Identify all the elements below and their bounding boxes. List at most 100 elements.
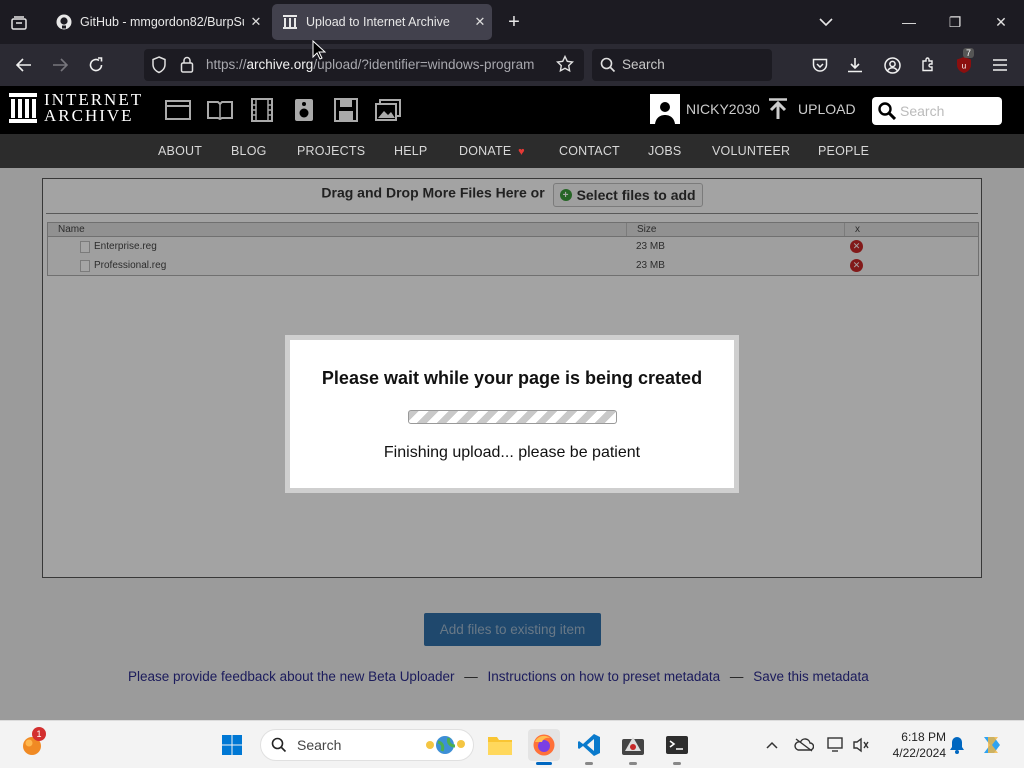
reload-button[interactable] xyxy=(81,50,111,80)
clock-date: 4/22/2024 xyxy=(892,746,946,760)
upload-page: Drag and Drop More Files Here or + Selec… xyxy=(0,168,1024,720)
display-icon[interactable] xyxy=(826,735,846,755)
running-indicator xyxy=(673,762,681,765)
archive-header: INTERNET ARCHIVE NICKY2030 UPLOAD Search xyxy=(0,86,1024,134)
menu-jobs[interactable]: JOBS xyxy=(648,144,681,158)
taskbar-search-input[interactable]: Search xyxy=(260,729,474,761)
tab-github[interactable]: GitHub - mmgordon82/BurpSu ✕ xyxy=(46,4,268,40)
address-bar[interactable]: https://archive.org/upload/?identifier=w… xyxy=(144,49,584,81)
vscode-icon[interactable] xyxy=(573,729,605,765)
url-prefix: https:// xyxy=(206,57,247,72)
notification-badge: 1 xyxy=(32,727,46,741)
user-menu[interactable]: NICKY2030 xyxy=(650,94,760,124)
menu-icon[interactable] xyxy=(985,50,1015,80)
active-indicator xyxy=(536,762,552,765)
url-text[interactable]: https://archive.org/upload/?identifier=w… xyxy=(206,57,548,72)
taskbar: 1 Search 6:18 PM 4/22/2024 xyxy=(0,720,1024,768)
svg-text:u: u xyxy=(962,62,966,71)
search-icon xyxy=(600,57,616,76)
texts-icon[interactable] xyxy=(207,97,233,123)
running-indicator xyxy=(585,762,593,765)
username: NICKY2030 xyxy=(686,101,760,117)
app-icon[interactable] xyxy=(617,729,649,765)
taskbar-search-placeholder: Search xyxy=(297,737,342,753)
pocket-icon[interactable] xyxy=(805,50,835,80)
onedrive-offline-icon[interactable] xyxy=(794,735,814,755)
volume-icon[interactable] xyxy=(851,735,871,755)
avatar xyxy=(650,94,680,124)
images-icon[interactable] xyxy=(375,97,401,123)
tab-title: GitHub - mmgordon82/BurpSu xyxy=(80,15,244,29)
close-icon[interactable]: ✕ xyxy=(468,10,492,34)
notifications-bell-icon[interactable] xyxy=(947,735,967,755)
menu-help[interactable]: HELP xyxy=(394,144,427,158)
extension-badge: 7 xyxy=(963,48,975,58)
menu-blog[interactable]: BLOG xyxy=(231,144,267,158)
dialog-title: Please wait while your page is being cre… xyxy=(321,368,703,388)
video-icon[interactable] xyxy=(249,97,275,123)
menu-donate-label: DONATE xyxy=(459,144,512,158)
ublock-icon[interactable]: u 7 xyxy=(949,48,979,80)
copilot-icon[interactable] xyxy=(980,733,1004,757)
new-tab-icon[interactable]: + xyxy=(503,11,525,33)
browser-nav-bar: https://archive.org/upload/?identifier=w… xyxy=(0,44,1024,86)
shield-icon[interactable] xyxy=(151,56,167,77)
menu-projects[interactable]: PROJECTS xyxy=(297,144,365,158)
menu-donate[interactable]: DONATE ♥ xyxy=(459,144,525,158)
menu-about[interactable]: ABOUT xyxy=(158,144,202,158)
clock-time: 6:18 PM xyxy=(901,730,946,744)
upload-label: UPLOAD xyxy=(798,101,856,117)
archive-search-input[interactable]: Search xyxy=(872,97,1002,125)
close-window-button[interactable]: ✕ xyxy=(978,0,1024,44)
archive-nav-menu: ABOUT BLOG PROJECTS HELP DONATE ♥ CONTAC… xyxy=(0,134,1024,168)
upload-link[interactable]: UPLOAD xyxy=(768,98,856,120)
logo-line-2: ARCHIVE xyxy=(44,106,134,125)
browser-tab-bar: GitHub - mmgordon82/BurpSu ✕ Upload to I… xyxy=(0,0,1024,44)
clock[interactable]: 6:18 PM 4/22/2024 xyxy=(880,729,946,761)
restore-button[interactable]: ❐ xyxy=(932,0,978,44)
bookmark-star-icon[interactable] xyxy=(555,54,575,76)
upload-icon xyxy=(769,98,787,119)
url-path: /upload/?identifier=windows-program xyxy=(313,57,535,72)
firefox-icon[interactable] xyxy=(528,729,560,765)
back-button[interactable] xyxy=(9,50,39,80)
search-icon xyxy=(878,102,896,120)
search-icon xyxy=(271,737,287,753)
progress-bar xyxy=(408,410,617,424)
mouse-cursor-icon xyxy=(312,40,326,60)
tab-title: Upload to Internet Archive xyxy=(306,15,450,29)
extensions-icon[interactable] xyxy=(913,50,943,80)
minimize-button[interactable]: — xyxy=(886,0,932,44)
widgets-icon[interactable]: 1 xyxy=(16,727,48,761)
menu-contact[interactable]: CONTACT xyxy=(559,144,620,158)
chevron-up-icon[interactable] xyxy=(762,735,782,755)
terminal-icon[interactable] xyxy=(661,729,693,765)
running-indicator xyxy=(629,762,637,765)
web-icon[interactable] xyxy=(165,97,191,123)
archive-logo-text: INTERNET ARCHIVE xyxy=(44,91,143,125)
url-host: archive.org xyxy=(246,57,314,72)
github-icon xyxy=(56,14,72,30)
browser-search-bar[interactable]: Search xyxy=(592,49,772,81)
file-explorer-icon[interactable] xyxy=(484,729,516,761)
progress-dialog: Please wait while your page is being cre… xyxy=(285,335,739,493)
lock-icon[interactable] xyxy=(180,56,194,76)
forward-button[interactable] xyxy=(45,50,75,80)
downloads-icon[interactable] xyxy=(840,50,870,80)
tab-overview-icon[interactable] xyxy=(8,12,30,34)
tab-upload-archive[interactable]: Upload to Internet Archive ✕ xyxy=(272,4,492,40)
software-icon[interactable] xyxy=(333,97,359,123)
account-icon[interactable] xyxy=(877,50,907,80)
archive-favicon-icon xyxy=(282,14,298,30)
search-highlight-icon xyxy=(426,736,465,754)
start-icon[interactable] xyxy=(216,729,248,761)
menu-people[interactable]: PEOPLE xyxy=(818,144,869,158)
audio-icon[interactable] xyxy=(291,97,317,123)
archive-logo[interactable]: INTERNET ARCHIVE xyxy=(8,91,143,125)
archive-building-icon xyxy=(9,93,37,123)
menu-volunteer[interactable]: VOLUNTEER xyxy=(712,144,790,158)
close-icon[interactable]: ✕ xyxy=(244,10,268,34)
heart-icon: ♥ xyxy=(518,146,525,158)
chevron-down-icon[interactable] xyxy=(815,11,837,33)
archive-search-placeholder: Search xyxy=(900,103,945,119)
